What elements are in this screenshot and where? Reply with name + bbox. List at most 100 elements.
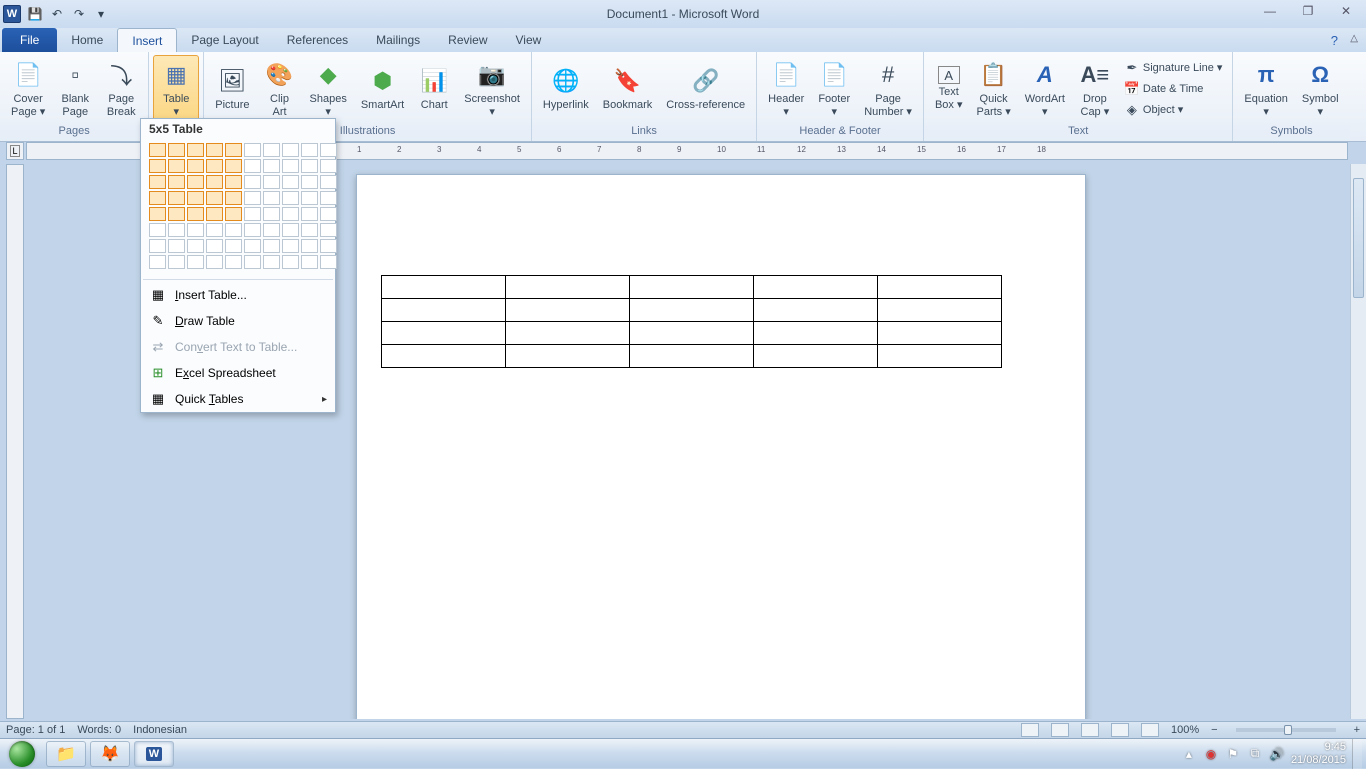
grid-cell[interactable] [263,159,280,173]
grid-cell[interactable] [244,207,261,221]
restore-button[interactable]: ❐ [1294,2,1322,20]
bookmark-button[interactable]: 🔖Bookmark [596,55,660,123]
grid-cell[interactable] [149,207,166,221]
grid-cell[interactable] [225,159,242,173]
grid-cell[interactable] [149,191,166,205]
tab-page-layout[interactable]: Page Layout [177,28,272,52]
quick-tables-item[interactable]: ▦Quick Tables▸ [141,386,335,412]
grid-cell[interactable] [187,191,204,205]
grid-cell[interactable] [282,239,299,253]
grid-cell[interactable] [282,207,299,221]
tray-volume-icon[interactable]: 🔊 [1269,746,1285,762]
grid-cell[interactable] [282,255,299,269]
grid-cell[interactable] [149,159,166,173]
grid-cell[interactable] [263,207,280,221]
minimize-button[interactable]: ― [1256,2,1284,20]
document-table[interactable] [381,275,1002,368]
grid-cell[interactable] [149,239,166,253]
tab-references[interactable]: References [273,28,362,52]
taskbar-word[interactable]: W [134,741,174,767]
excel-spreadsheet-item[interactable]: ⊞Excel Spreadsheet [141,360,335,386]
grid-cell[interactable] [301,255,318,269]
page-break-button[interactable]: ⤵PageBreak [98,55,144,123]
grid-cell[interactable] [263,175,280,189]
grid-cell[interactable] [282,159,299,173]
tab-home[interactable]: Home [57,28,117,52]
grid-cell[interactable] [263,239,280,253]
view-draft[interactable] [1141,723,1159,737]
grid-cell[interactable] [282,223,299,237]
zoom-level[interactable]: 100% [1171,724,1199,736]
grid-cell[interactable] [301,191,318,205]
grid-cell[interactable] [263,255,280,269]
grid-cell[interactable] [263,143,280,157]
tray-show-hidden-icon[interactable]: ▴ [1181,746,1197,762]
redo-icon[interactable]: ↷ [70,5,88,23]
undo-icon[interactable]: ↶ [48,5,66,23]
equation-button[interactable]: πEquation▾ [1237,55,1294,123]
clipart-button[interactable]: 🎨ClipArt [257,55,303,123]
view-web[interactable] [1081,723,1099,737]
grid-cell[interactable] [187,159,204,173]
footer-button[interactable]: 📄Footer▾ [811,55,857,123]
qat-customize-icon[interactable]: ▾ [92,5,110,23]
grid-cell[interactable] [206,175,223,189]
grid-cell[interactable] [320,143,337,157]
textbox-button[interactable]: ATextBox ▾ [928,55,970,123]
grid-cell[interactable] [225,223,242,237]
zoom-out-button[interactable]: − [1211,724,1217,736]
status-page[interactable]: Page: 1 of 1 [6,724,65,736]
grid-cell[interactable] [187,255,204,269]
insert-table-item[interactable]: ▦Insert Table... [141,282,335,308]
quick-parts-button[interactable]: 📋QuickParts ▾ [969,55,1017,123]
hyperlink-button[interactable]: 🌐Hyperlink [536,55,596,123]
view-fullscreen[interactable] [1051,723,1069,737]
grid-cell[interactable] [244,175,261,189]
screenshot-button[interactable]: 📷Screenshot▾ [457,55,527,123]
grid-cell[interactable] [225,143,242,157]
grid-cell[interactable] [206,191,223,205]
page-number-button[interactable]: #PageNumber ▾ [857,55,919,123]
grid-cell[interactable] [320,159,337,173]
grid-cell[interactable] [320,191,337,205]
grid-cell[interactable] [320,255,337,269]
grid-cell[interactable] [301,143,318,157]
date-time-button[interactable]: 📅Date & Time [1122,79,1225,99]
grid-cell[interactable] [244,223,261,237]
grid-cell[interactable] [301,239,318,253]
grid-cell[interactable] [187,143,204,157]
grid-cell[interactable] [168,191,185,205]
signature-line-button[interactable]: ✒Signature Line ▾ [1122,58,1225,78]
grid-cell[interactable] [263,223,280,237]
close-button[interactable]: ✕ [1332,2,1360,20]
grid-cell[interactable] [149,255,166,269]
view-outline[interactable] [1111,723,1129,737]
grid-cell[interactable] [244,143,261,157]
grid-cell[interactable] [301,207,318,221]
taskbar-explorer[interactable]: 📁 [46,741,86,767]
grid-cell[interactable] [187,239,204,253]
tab-mailings[interactable]: Mailings [362,28,434,52]
grid-cell[interactable] [206,255,223,269]
status-language[interactable]: Indonesian [133,724,187,736]
grid-cell[interactable] [149,143,166,157]
grid-cell[interactable] [282,143,299,157]
tray-flag-icon[interactable]: ⚑ [1225,746,1241,762]
grid-cell[interactable] [187,223,204,237]
wordart-button[interactable]: AWordArt▾ [1018,55,1072,123]
smartart-button[interactable]: ⬢SmartArt [354,55,411,123]
tray-clock[interactable]: 9:4521/08/2015 [1291,741,1346,765]
tab-insert[interactable]: Insert [117,28,177,52]
grid-cell[interactable] [320,175,337,189]
vertical-scrollbar[interactable] [1350,164,1366,719]
tab-review[interactable]: Review [434,28,501,52]
grid-cell[interactable] [149,175,166,189]
grid-cell[interactable] [301,175,318,189]
tab-file[interactable]: File [2,28,57,52]
grid-cell[interactable] [301,159,318,173]
drop-cap-button[interactable]: A≡DropCap ▾ [1072,55,1118,123]
view-print-layout[interactable] [1021,723,1039,737]
grid-cell[interactable] [244,159,261,173]
tab-view[interactable]: View [502,28,556,52]
grid-cell[interactable] [168,223,185,237]
